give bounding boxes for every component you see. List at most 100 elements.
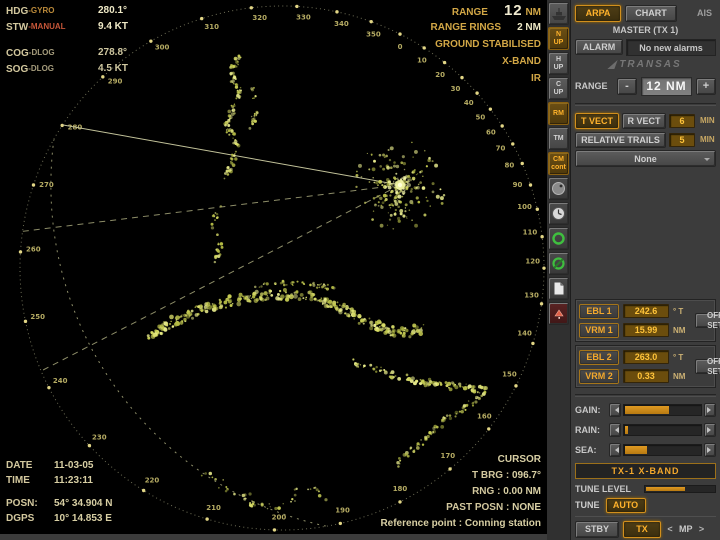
course-up-button[interactable]: C UP bbox=[548, 77, 569, 100]
mp-prev-button[interactable]: < bbox=[665, 524, 675, 534]
hdg-row: HDG-GYRO 280.1° bbox=[6, 3, 128, 19]
ebl1-offset-button[interactable]: OFFSET bbox=[695, 311, 720, 330]
gain-fill bbox=[625, 406, 669, 414]
rm-label: RM bbox=[553, 109, 564, 117]
ebl2-offset-label-2: SET bbox=[707, 366, 720, 376]
true-motion-button[interactable]: TM bbox=[548, 127, 569, 150]
course-up-label-2: UP bbox=[553, 88, 564, 96]
green-ring-off-icon-button[interactable] bbox=[548, 252, 569, 275]
head-up-label-1: H bbox=[555, 55, 562, 63]
arrow-left-icon bbox=[612, 427, 619, 433]
tune-level-fill bbox=[646, 486, 685, 491]
tune-level-meter bbox=[644, 484, 716, 493]
cursor-tbrg-value: 096.7° bbox=[511, 470, 541, 481]
svg-text:200: 200 bbox=[272, 514, 287, 522]
alarm-button-label: ALARM bbox=[582, 42, 616, 52]
ebl1-button[interactable]: EBL 1 bbox=[579, 303, 619, 319]
rain-slider[interactable] bbox=[623, 424, 702, 436]
tune-auto-button[interactable]: AUTO bbox=[605, 497, 646, 513]
true-vector-button[interactable]: T VECT bbox=[575, 112, 619, 129]
svg-text:320: 320 bbox=[252, 14, 267, 22]
note-icon bbox=[553, 281, 564, 296]
mode-tabs: ARPA CHART AIS bbox=[575, 3, 716, 23]
green-ring-icon-button[interactable] bbox=[548, 227, 569, 250]
note-icon-button[interactable] bbox=[548, 277, 569, 300]
svg-text:250: 250 bbox=[30, 313, 45, 321]
sog-source: -DLOG bbox=[28, 64, 55, 73]
vector-mode-row: T VECT R VECT 6 MIN bbox=[575, 111, 716, 130]
knob-icon-button[interactable] bbox=[548, 177, 569, 200]
ebl2-bearing-value[interactable]: 263.0 bbox=[623, 350, 669, 364]
head-up-button[interactable]: H UP bbox=[548, 52, 569, 75]
clock-icon-button[interactable] bbox=[548, 202, 569, 225]
vrm1-range-value[interactable]: 15.99 bbox=[623, 323, 669, 337]
gain-label: GAIN: bbox=[575, 405, 601, 415]
sea-increase-button[interactable] bbox=[704, 443, 716, 457]
tab-arpa[interactable]: ARPA bbox=[575, 4, 621, 22]
posn-value: 54° 34.904 N bbox=[54, 498, 113, 509]
reference-point: Reference point : Conning station bbox=[380, 518, 541, 529]
range-scale-display: 12 NM bbox=[641, 76, 692, 96]
sea-label: SEA: bbox=[575, 445, 597, 455]
trails-time-value[interactable]: 5 bbox=[669, 132, 695, 147]
vrm1-button[interactable]: VRM 1 bbox=[579, 322, 619, 338]
cm-cont-button[interactable]: CM cont bbox=[548, 152, 569, 175]
ship-icon-button[interactable] bbox=[548, 2, 569, 25]
svg-text:0: 0 bbox=[398, 43, 403, 51]
svg-text:290: 290 bbox=[108, 77, 123, 85]
sea-slider[interactable] bbox=[623, 444, 702, 456]
svg-text:210: 210 bbox=[206, 504, 221, 512]
rain-increase-button[interactable] bbox=[704, 423, 716, 437]
cursor-rng-value: 0.00 NM bbox=[503, 486, 541, 497]
rain-decrease-button[interactable] bbox=[609, 423, 621, 437]
tune-label: TUNE bbox=[575, 500, 600, 510]
range-control-row: RANGE - 12 NM + bbox=[575, 74, 716, 98]
vector-time-value[interactable]: 6 bbox=[669, 113, 695, 128]
control-panel: ARPA CHART AIS MASTER (TX 1) ALARM No ne… bbox=[570, 0, 720, 540]
range-plus-label: + bbox=[702, 80, 710, 92]
svg-text:10: 10 bbox=[417, 57, 427, 65]
gain-slider[interactable] bbox=[623, 404, 702, 416]
divider bbox=[575, 394, 716, 397]
transceiver-status-bar[interactable]: TX-1 X-BAND bbox=[575, 463, 716, 479]
transmit-control-row: STBY TX < MP > bbox=[575, 516, 716, 538]
relative-vector-button[interactable]: R VECT bbox=[622, 112, 666, 129]
ebl1-bearing-value[interactable]: 242.6 bbox=[623, 304, 669, 318]
vrm2-range-unit: NM bbox=[673, 371, 686, 381]
tab-chart[interactable]: CHART bbox=[625, 4, 677, 22]
relative-motion-button[interactable]: RM bbox=[548, 102, 569, 125]
north-up-button[interactable]: N UP bbox=[548, 27, 569, 50]
svg-text:270: 270 bbox=[39, 181, 54, 189]
svg-text:240: 240 bbox=[53, 377, 68, 385]
hdg-label: HDG bbox=[6, 6, 29, 17]
svg-text:130: 130 bbox=[524, 291, 539, 299]
gain-increase-button[interactable] bbox=[704, 403, 716, 417]
range-increase-button[interactable]: + bbox=[696, 77, 716, 95]
range-decrease-button[interactable]: - bbox=[617, 77, 637, 95]
mp-next-button[interactable]: > bbox=[697, 524, 707, 534]
transmit-button[interactable]: TX bbox=[623, 520, 661, 538]
clock-icon bbox=[552, 207, 565, 220]
cm-label-1: CM bbox=[553, 155, 564, 163]
standby-button[interactable]: STBY bbox=[575, 520, 619, 538]
relative-trails-button[interactable]: RELATIVE TRAILS bbox=[575, 131, 666, 148]
tab-ais[interactable]: AIS bbox=[681, 8, 716, 18]
vector-time-unit: MIN bbox=[700, 116, 715, 125]
trails-mode-dropdown[interactable]: None bbox=[575, 150, 716, 167]
gain-decrease-button[interactable] bbox=[609, 403, 621, 417]
alarm-mark-icon-button[interactable] bbox=[548, 302, 569, 325]
vrm2-button[interactable]: VRM 2 bbox=[579, 368, 619, 384]
past-posn-label: PAST POSN : bbox=[446, 502, 510, 513]
cursor-title: CURSOR bbox=[497, 454, 541, 465]
vrm2-range-value[interactable]: 0.33 bbox=[623, 369, 669, 383]
sea-decrease-button[interactable] bbox=[609, 443, 621, 457]
svg-text:50: 50 bbox=[476, 114, 486, 122]
alarm-button[interactable]: ALARM bbox=[575, 39, 623, 55]
alarm-row: ALARM No new alarms bbox=[575, 39, 716, 56]
ebl1-group: EBL 1 242.6 ° T OFFSET VRM 1 15.99 NM bbox=[575, 299, 720, 342]
ebl2-offset-button[interactable]: OFFSET bbox=[695, 357, 720, 376]
ebl2-group: EBL 2 263.0 ° T OFFSET VRM 2 0.33 NM bbox=[575, 345, 720, 388]
ebl2-button[interactable]: EBL 2 bbox=[579, 349, 619, 365]
date-value: 11-03-05 bbox=[54, 460, 94, 471]
tab-ais-label: AIS bbox=[696, 8, 712, 18]
